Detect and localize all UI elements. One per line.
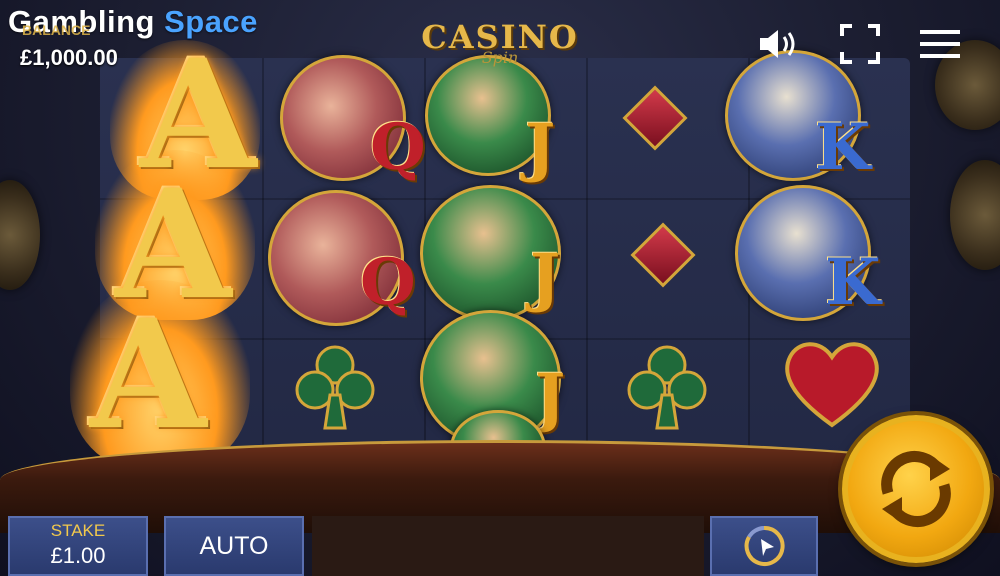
balance-value: £1,000.00: [20, 45, 118, 70]
balance-label: BALANCE: [22, 22, 91, 38]
stake-value: £1.00: [50, 543, 106, 568]
speaker-icon[interactable]: [755, 20, 803, 68]
club-symbol: [295, 345, 375, 430]
jack-letter: J: [530, 240, 561, 315]
stake-label: STAKE: [50, 521, 106, 540]
chip-stack-right-mid: [950, 160, 1000, 270]
fullscreen-icon[interactable]: [836, 20, 884, 68]
turbo-button[interactable]: [710, 516, 818, 576]
chip-stack-left: [0, 180, 40, 290]
auto-button[interactable]: AUTO: [164, 516, 304, 576]
ace-symbol: A: [90, 287, 207, 463]
queen-letter: Q: [370, 110, 426, 185]
hamburger-menu-icon[interactable]: [916, 20, 964, 68]
queen-letter: Q: [360, 245, 416, 320]
king-letter: K: [825, 245, 881, 320]
auto-label: AUTO: [199, 532, 269, 560]
brand-accent-text: Space: [164, 4, 258, 39]
jack-letter: J: [535, 360, 566, 435]
stake-button[interactable]: STAKE £1.00: [8, 516, 148, 576]
heart-symbol: [785, 342, 879, 428]
turbo-speed-icon: [744, 525, 785, 566]
control-bar-spacer: [312, 516, 704, 576]
jack-letter: J: [525, 110, 556, 185]
spin-arrows-icon: [881, 451, 951, 527]
club-symbol: [627, 345, 707, 430]
game-stage: A A A Q Q J J J K K Gambling Space BALAN…: [0, 0, 1000, 576]
king-letter: K: [815, 110, 871, 185]
game-logo: CASINO Spin: [420, 18, 580, 68]
spin-button[interactable]: [842, 415, 990, 563]
